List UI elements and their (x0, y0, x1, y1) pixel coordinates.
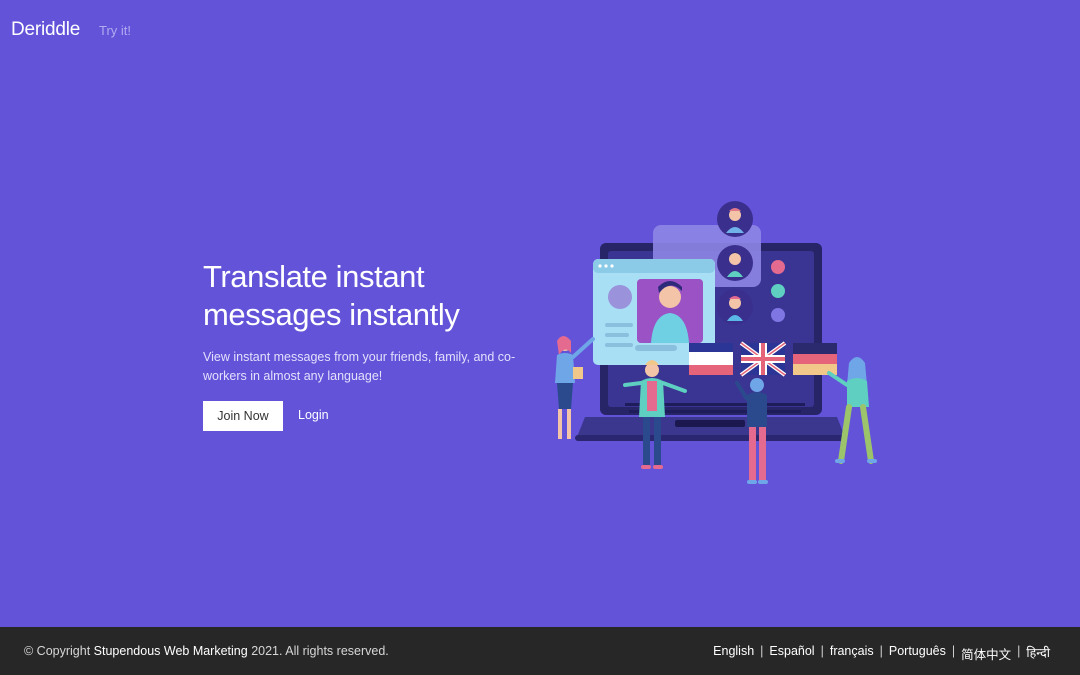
camera-icon (771, 308, 785, 322)
window-dot (610, 264, 614, 268)
try-it-link[interactable]: Try it! (99, 23, 131, 38)
footer: © Copyright Stupendous Web Marketing 202… (0, 627, 1080, 675)
lang-hindi[interactable]: हिन्दी (1026, 644, 1050, 663)
french-flag-icon (689, 343, 733, 375)
lang-chinese[interactable]: 简体中文 (961, 644, 1011, 663)
copyright-text: © Copyright Stupendous Web Marketing 202… (24, 644, 389, 658)
separator: | (879, 644, 883, 658)
text-line (605, 323, 633, 327)
headline-line-1: Translate instant (203, 259, 425, 294)
lang-espanol[interactable]: Español (769, 644, 814, 663)
top-navigation: Deriddle Try it! (0, 0, 1080, 62)
hero-description: View instant messages from your friends,… (203, 350, 516, 383)
hero-illustration (555, 201, 877, 484)
hero-headline: Translate instant messages instantly (203, 258, 523, 334)
separator: | (1017, 644, 1021, 658)
copyright-prefix: © Copyright (24, 644, 91, 658)
german-flag-icon (793, 343, 837, 375)
mic-icon (771, 260, 785, 274)
separator: | (820, 644, 824, 658)
trackpad (675, 420, 745, 427)
company-link[interactable]: Stupendous Web Marketing (94, 644, 248, 658)
lang-portugues[interactable]: Português (889, 644, 946, 663)
window-dot (604, 264, 608, 268)
profile-avatar (608, 285, 632, 309)
phone-icon (771, 284, 785, 298)
cta-group: Join Now Login (203, 401, 523, 431)
text-line (605, 343, 633, 347)
headline-line-2: messages instantly (203, 297, 460, 332)
uk-flag-icon (739, 341, 787, 377)
brand-logo[interactable]: Deriddle (11, 19, 80, 41)
window-dot (598, 264, 602, 268)
join-now-button[interactable]: Join Now (203, 401, 283, 431)
login-link[interactable]: Login (298, 408, 329, 422)
text-line (605, 333, 629, 337)
hero-section: Translate instant messages instantly Vie… (203, 258, 523, 431)
separator: | (951, 644, 956, 658)
laptop-base-edge (575, 435, 847, 441)
lang-francais[interactable]: français (830, 644, 874, 663)
lang-english[interactable]: English (713, 644, 754, 663)
separator: | (760, 644, 764, 658)
text-line (635, 345, 677, 351)
language-switcher: English | Español | français | Português… (713, 644, 1050, 663)
copyright-suffix: 2021. All rights reserved. (251, 644, 389, 658)
